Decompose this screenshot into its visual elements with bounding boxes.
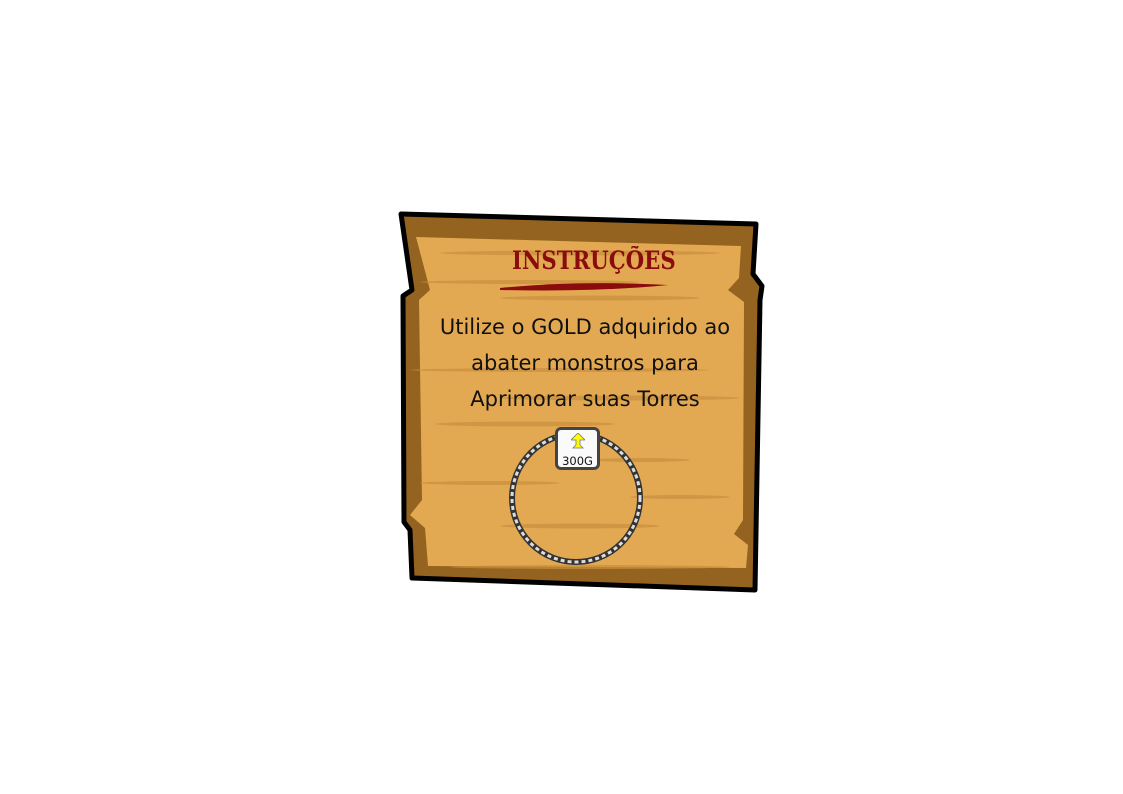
instruction-line: Aprimorar suas Torres <box>470 387 700 411</box>
upgrade-cost: 300G <box>562 454 593 468</box>
instruction-line: Utilize o GOLD adquirido ao <box>439 315 731 339</box>
upgrade-arrow-icon <box>571 433 585 449</box>
instruction-line: abater monstros para <box>471 351 699 375</box>
instructions-text: Utilize o GOLD adquirido ao abater monst… <box>420 309 750 417</box>
upgrade-tower-button[interactable]: 300G <box>555 427 600 470</box>
board-title: INSTRUÇÕES <box>512 246 676 275</box>
